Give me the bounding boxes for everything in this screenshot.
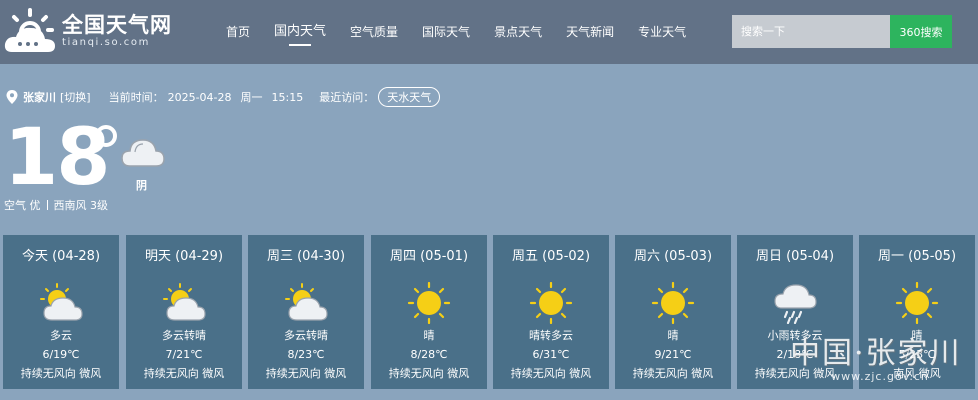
current-time-label: 当前时间： (108, 91, 164, 104)
forecast-wind: 持续无风向 微风 (632, 367, 714, 380)
current-date: 2025-04-28 (167, 90, 232, 104)
forecast-temperature: 9/21℃ (654, 348, 692, 361)
nav-item-weather-news[interactable]: 天气新闻 (554, 0, 626, 64)
forecast-temperature: 8/28℃ (410, 348, 448, 361)
forecast-day-title: 周日 (05-04) (755, 249, 835, 264)
forecast-day-title: 周三 (04-30) (266, 249, 346, 264)
divider (46, 200, 48, 210)
brand[interactable]: 全国天气网 tianqi.so.com (62, 13, 172, 49)
forecast-wind: 持续无风向 微风 (388, 367, 470, 380)
sunny-icon (895, 282, 939, 324)
forecast-temperature: 7/21℃ (165, 348, 203, 361)
search-button[interactable]: 360搜索 (890, 15, 952, 48)
current-wind: 西南风 3级 (53, 199, 109, 212)
forecast-day-title: 周六 (05-03) (633, 249, 713, 264)
forecast-day[interactable]: 明天 (04-29) 多云转晴 7/21℃ 持续无风向 微风 (126, 235, 242, 389)
forecast-wind: 持续无风向 微风 (510, 367, 592, 380)
nav-item-international-weather[interactable]: 国际天气 (410, 0, 482, 64)
current-temperature: 18 (4, 113, 111, 203)
cloudy-icon (121, 139, 165, 167)
forecast-condition: 晴 (667, 329, 679, 342)
recent-city-link[interactable]: 天水天气 (378, 87, 441, 107)
forecast-day-title: 明天 (04-29) (144, 249, 224, 264)
brand-name: 全国天气网 (62, 13, 172, 37)
nav-item-scenic-weather[interactable]: 景点天气 (482, 0, 554, 64)
main-nav: 首页 国内天气 空气质量 国际天气 景点天气 天气新闻 专业天气 (214, 0, 698, 64)
forecast-condition: 多云转晴 (162, 329, 206, 342)
forecast-condition: 多云转晴 (284, 329, 328, 342)
search-input[interactable] (732, 15, 890, 48)
forecast-temperature: 6/19℃ (42, 348, 80, 361)
forecast-day[interactable]: 周六 (05-03) 晴 9/21℃ 持续无风向 微风 (615, 235, 731, 389)
site-header: 全国天气网 tianqi.so.com 首页 国内天气 空气质量 国际天气 景点… (0, 0, 978, 64)
partly-cloudy-icon (163, 283, 206, 321)
switch-city-link[interactable]: [切换] (60, 89, 91, 105)
nav-item-air-quality[interactable]: 空气质量 (338, 0, 410, 64)
current-condition: 阴 (136, 179, 147, 192)
forecast-day-title: 周一 (05-05) (877, 249, 957, 264)
brand-url: tianqi.so.com (62, 37, 150, 48)
forecast-condition: 多云 (50, 329, 72, 342)
recent-visit-label: 最近访问： (319, 91, 375, 104)
forecast-wind: 持续无风向 微风 (20, 367, 102, 380)
watermark: 中国·张家川 www.zjc.gov.cn (790, 336, 970, 390)
forecast-day[interactable]: 周五 (05-02) 晴转多云 6/31℃ 持续无风向 微风 (493, 235, 609, 389)
partly-cloudy-icon (285, 283, 328, 321)
forecast-day-title: 今天 (04-28) (21, 249, 101, 264)
partly-cloudy-icon (40, 283, 83, 321)
nav-item-domestic-weather[interactable]: 国内天气 (262, 0, 338, 64)
forecast-day[interactable]: 周三 (04-30) 多云转晴 8/23℃ 持续无风向 微风 (248, 235, 364, 389)
forecast-temperature: 8/23℃ (287, 348, 325, 361)
sunny-icon (651, 282, 695, 324)
air-quality[interactable]: 空气 优 (4, 199, 41, 212)
forecast-condition: 晴转多云 (529, 329, 573, 342)
forecast-temperature: 6/31℃ (532, 348, 570, 361)
logo-icon[interactable] (4, 6, 60, 56)
forecast-day[interactable]: 今天 (04-28) 多云 6/19℃ 持续无风向 微风 (3, 235, 119, 389)
city-name: 张家川 (23, 91, 56, 104)
degree-symbol (95, 125, 117, 147)
nav-item-professional-weather[interactable]: 专业天气 (626, 0, 698, 64)
air-wind-line: 空气 优西南风 3级 (4, 197, 108, 213)
location-bar: 张家川 [切换] 当前时间： 2025-04-28 周一 15:15 最近访问：… (6, 86, 441, 108)
forecast-day-title: 周四 (05-01) (389, 249, 469, 264)
location-pin-icon (6, 90, 18, 104)
sunny-icon (407, 282, 451, 324)
forecast-condition: 晴 (423, 329, 435, 342)
current-weekday: 周一 (240, 91, 263, 104)
forecast-wind: 持续无风向 微风 (265, 367, 347, 380)
watermark-text: 中国·张家川 (790, 336, 962, 371)
current-time: 15:15 (271, 90, 304, 104)
forecast-day[interactable]: 周四 (05-01) 晴 8/28℃ 持续无风向 微风 (371, 235, 487, 389)
sunny-icon (529, 282, 573, 324)
forecast-wind: 持续无风向 微风 (143, 367, 225, 380)
light-rain-icon (774, 284, 817, 324)
forecast-day-title: 周五 (05-02) (511, 249, 591, 264)
nav-item-home[interactable]: 首页 (214, 0, 262, 64)
